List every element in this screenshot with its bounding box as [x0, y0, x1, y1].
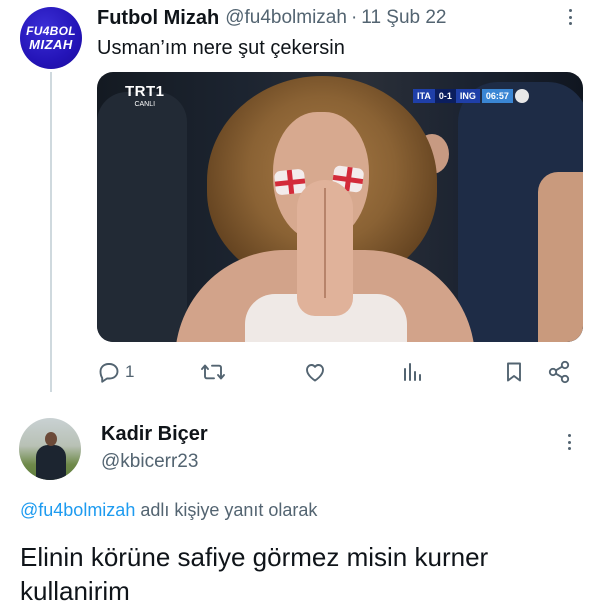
background-arm [538, 172, 583, 342]
replying-to-label: @fu4bolmizah adlı kişiye yanıt olarak [20, 500, 317, 521]
views-button[interactable] [400, 358, 424, 386]
tweet-author-handle[interactable]: @fu4bolmizah [225, 7, 347, 29]
tweet-date[interactable]: 11 Şub 22 [361, 7, 446, 29]
retweet-button[interactable] [200, 358, 226, 386]
reply-text: Elinin körüne safiye görmez misin kurner… [20, 542, 489, 606]
tweet-text: Usman’ım nere şut çekersin [97, 37, 345, 59]
reply-author-handle[interactable]: @kbicerr23 [101, 451, 198, 473]
retweet-icon [200, 360, 226, 384]
tv-channel-logo: TRT1 CANLI [125, 84, 165, 108]
avatar-logo-line1: FU4BOL [26, 24, 76, 38]
replying-to-mention-link[interactable]: @fu4bolmizah [20, 500, 135, 520]
praying-hands [297, 180, 353, 316]
reply-author-name[interactable]: Kadir Biçer [101, 423, 208, 446]
background-spectator-left [97, 92, 187, 342]
tweet-author-name[interactable]: Futbol Mizah [97, 7, 219, 30]
tweet-header: Futbol Mizah @fu4bolmizah · 11 Şub 22 [97, 5, 580, 31]
replying-to-suffix: adlı kişiye yanıt olarak [135, 500, 318, 520]
scorebug-score: 0-1 [434, 89, 456, 103]
reply-more-icon[interactable] [564, 434, 574, 450]
header-separator: · [350, 7, 358, 28]
tweet-media-image[interactable]: TRT1 CANLI ITA 0-1 ING 06:57 [97, 72, 583, 342]
bookmark-icon [502, 360, 526, 384]
share-button[interactable] [546, 358, 572, 386]
match-scorebug: ITA 0-1 ING 06:57 [413, 89, 529, 103]
avatar-person-head [45, 432, 57, 446]
avatar-person-body [36, 445, 66, 480]
thread-connector-line [50, 72, 52, 392]
reply-icon [97, 360, 121, 384]
bookmark-button[interactable] [502, 358, 526, 386]
scorebug-team1: ITA [413, 89, 435, 103]
competition-ball-icon [514, 89, 529, 103]
reply-button[interactable]: 1 [97, 358, 134, 386]
tweet-more-icon[interactable] [565, 9, 575, 25]
views-chart-icon [400, 360, 424, 384]
tweet-action-bar: 1 [97, 358, 583, 386]
reply-author-avatar[interactable] [19, 418, 81, 480]
avatar-logo-line2: MIZAH [29, 37, 73, 52]
channel-logo-text: TRT1 [125, 83, 165, 100]
tweet-author-avatar[interactable]: FU4BOL MIZAH [20, 7, 82, 69]
scorebug-time: 06:57 [481, 89, 513, 103]
scorebug-team2: ING [455, 89, 480, 103]
reply-count: 1 [125, 362, 135, 381]
heart-icon [303, 360, 327, 384]
share-icon [546, 359, 572, 385]
like-button[interactable] [303, 358, 327, 386]
channel-live-label: CANLI [134, 101, 156, 108]
